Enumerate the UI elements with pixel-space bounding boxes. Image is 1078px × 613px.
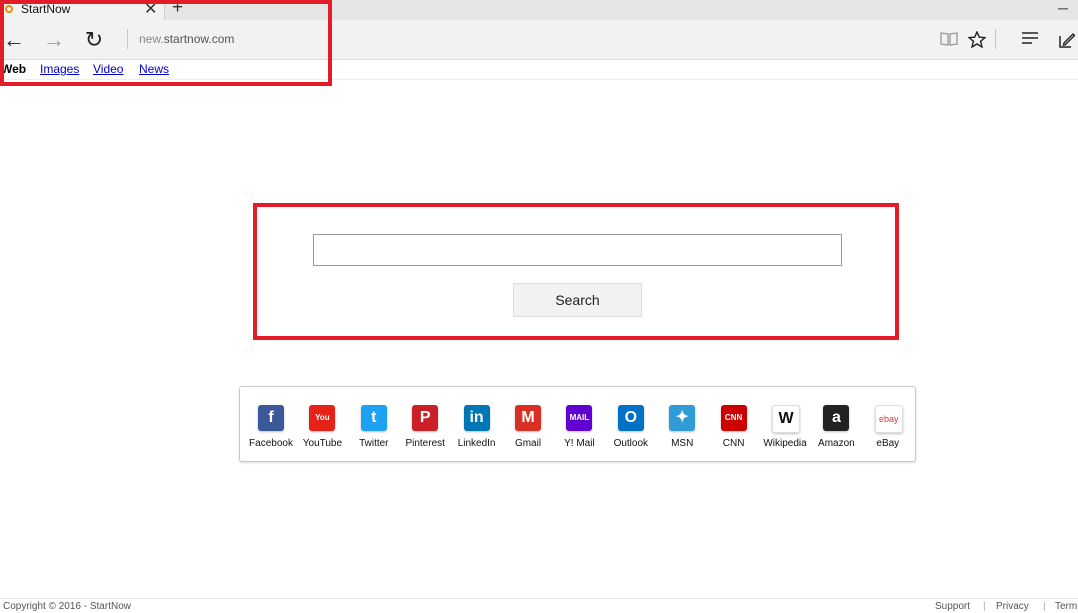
- footer-separator: |: [1043, 601, 1046, 612]
- search-button[interactable]: Search: [513, 283, 642, 317]
- footer-link-privacy[interactable]: Privacy: [996, 601, 1029, 612]
- footer-separator: |: [983, 601, 986, 612]
- twitter-icon: t: [360, 405, 387, 431]
- highlight-box-search: [253, 203, 899, 340]
- yahoo-mail-icon: MAIL: [566, 405, 593, 431]
- gmail-icon: M: [515, 405, 541, 431]
- back-arrow-icon[interactable]: ←: [0, 20, 28, 59]
- quick-link-outlook[interactable]: O Outlook: [605, 403, 657, 453]
- quick-link-label: eBay: [876, 438, 900, 449]
- tab-startnow[interactable]: StartNow ✕: [0, 0, 165, 20]
- new-tab-icon[interactable]: +: [172, 0, 183, 19]
- refresh-icon[interactable]: ↻: [80, 20, 108, 59]
- linkedin-icon: in: [463, 405, 490, 431]
- quick-link-ebay[interactable]: ebay eBay: [862, 403, 914, 453]
- msn-icon: ✦: [669, 405, 696, 431]
- quick-link-cnn[interactable]: CNN CNN: [708, 403, 760, 453]
- hub-icon[interactable]: [1017, 26, 1043, 52]
- ebay-icon: ebay: [874, 405, 903, 433]
- quick-link-gmail[interactable]: M Gmail: [502, 403, 554, 453]
- pinterest-icon: P: [412, 405, 439, 431]
- address-bar: ← → ↻ new.startnow.com: [0, 20, 1078, 60]
- url-prefix: new.: [139, 32, 164, 46]
- facebook-icon: f: [258, 405, 284, 431]
- cnn-icon: CNN: [720, 405, 747, 431]
- wikipedia-icon: W: [772, 405, 800, 433]
- quick-link-amazon[interactable]: a Amazon: [810, 403, 862, 453]
- vertical-web[interactable]: Web: [1, 62, 26, 76]
- copyright-text: Copyright © 2016 - StartNow: [3, 601, 131, 612]
- startnow-favicon-icon: [5, 5, 13, 13]
- quick-link-facebook[interactable]: f Facebook: [245, 403, 297, 453]
- url-field[interactable]: new.startnow.com: [139, 32, 234, 46]
- web-note-icon[interactable]: [1054, 26, 1078, 52]
- youtube-icon: You: [309, 405, 336, 431]
- quick-link-youtube[interactable]: You YouTube: [296, 403, 348, 453]
- forward-arrow-icon[interactable]: →: [40, 20, 68, 59]
- quick-link-linkedin[interactable]: in LinkedIn: [451, 403, 503, 453]
- quick-link-y-mail[interactable]: MAIL Y! Mail: [553, 403, 605, 453]
- divider: [127, 29, 128, 49]
- tab-strip: StartNow ✕ + ─: [0, 0, 1078, 20]
- quick-links-panel: f Facebook You YouTube t Twitter P Pinterest in L…: [239, 386, 916, 462]
- search-input[interactable]: [313, 234, 842, 266]
- tab-title: StartNow: [21, 2, 71, 16]
- footer: Copyright © 2016 - StartNow Support | Pr…: [0, 598, 1078, 613]
- vertical-news[interactable]: News: [139, 62, 169, 76]
- divider: [995, 29, 996, 49]
- quick-link-wikipedia[interactable]: W Wikipedia: [759, 403, 811, 453]
- footer-link-support[interactable]: Support: [935, 601, 970, 612]
- url-host: startnow.com: [163, 32, 235, 46]
- quick-link-pinterest[interactable]: P Pinterest: [399, 403, 451, 453]
- footer-link-terms[interactable]: Term: [1055, 601, 1077, 612]
- favorite-star-icon[interactable]: [964, 26, 990, 52]
- amazon-icon: a: [823, 405, 850, 431]
- close-tab-icon[interactable]: ✕: [144, 0, 157, 19]
- vertical-video[interactable]: Video: [93, 62, 123, 76]
- reading-view-icon[interactable]: [936, 26, 962, 52]
- vertical-images[interactable]: Images: [40, 62, 79, 76]
- minimize-window-icon[interactable]: ─: [1058, 0, 1068, 16]
- quick-link-msn[interactable]: ✦ MSN: [656, 403, 708, 453]
- outlook-icon: O: [617, 405, 644, 431]
- search-verticals: Web Images Video News: [0, 62, 1078, 80]
- quick-link-twitter[interactable]: t Twitter: [348, 403, 400, 453]
